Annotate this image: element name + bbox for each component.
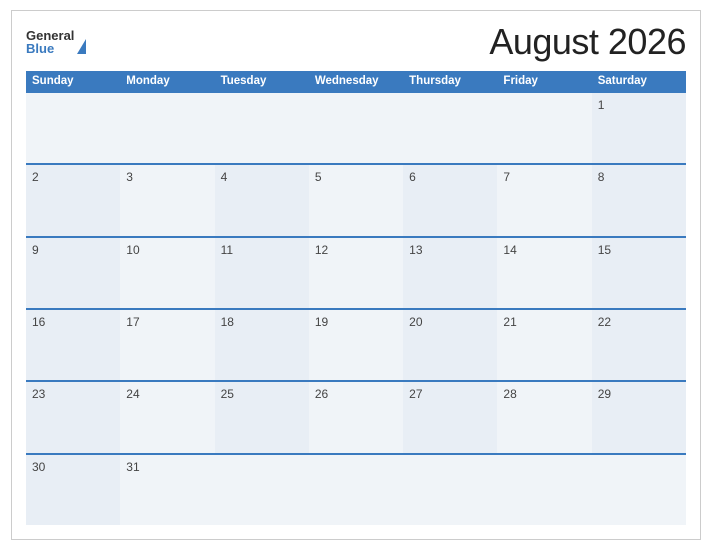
day-cell-18: 18: [215, 310, 309, 380]
day-cell-28: 28: [497, 382, 591, 452]
calendar: General Blue August 2026 Sunday Monday T…: [11, 10, 701, 540]
logo-triangle-icon: [77, 39, 86, 54]
day-cell-24: 24: [120, 382, 214, 452]
week-row-6: 30 31: [26, 453, 686, 525]
day-cell: [309, 93, 403, 163]
weeks-container: 1 2 3 4 5 6 7 8 9 10 11 12 13 14 15: [26, 91, 686, 525]
week-row-2: 2 3 4 5 6 7 8: [26, 163, 686, 235]
day-cell-4: 4: [215, 165, 309, 235]
day-cell: [215, 93, 309, 163]
day-cell: [309, 455, 403, 525]
day-cell-30: 30: [26, 455, 120, 525]
header-monday: Monday: [120, 71, 214, 91]
header-thursday: Thursday: [403, 71, 497, 91]
day-cell-7: 7: [497, 165, 591, 235]
calendar-header: General Blue August 2026: [26, 21, 686, 63]
logo-blue-text: Blue: [26, 42, 54, 55]
day-cell: [403, 93, 497, 163]
day-cell-26: 26: [309, 382, 403, 452]
day-cell-19: 19: [309, 310, 403, 380]
header-saturday: Saturday: [592, 71, 686, 91]
day-cell-14: 14: [497, 238, 591, 308]
header-friday: Friday: [497, 71, 591, 91]
day-cell-11: 11: [215, 238, 309, 308]
day-cell-16: 16: [26, 310, 120, 380]
day-cell: [26, 93, 120, 163]
day-cell: [215, 455, 309, 525]
day-cell-12: 12: [309, 238, 403, 308]
header-tuesday: Tuesday: [215, 71, 309, 91]
day-cell: [497, 93, 591, 163]
day-cell-8: 8: [592, 165, 686, 235]
calendar-grid: Sunday Monday Tuesday Wednesday Thursday…: [26, 71, 686, 525]
day-cell: [120, 93, 214, 163]
day-cell-31: 31: [120, 455, 214, 525]
day-cell: [497, 455, 591, 525]
day-cell-1: 1: [592, 93, 686, 163]
day-cell-29: 29: [592, 382, 686, 452]
day-cell-21: 21: [497, 310, 591, 380]
day-cell-17: 17: [120, 310, 214, 380]
day-cell-25: 25: [215, 382, 309, 452]
day-cell-13: 13: [403, 238, 497, 308]
week-row-4: 16 17 18 19 20 21 22: [26, 308, 686, 380]
day-cell-5: 5: [309, 165, 403, 235]
day-cell-3: 3: [120, 165, 214, 235]
day-cell-2: 2: [26, 165, 120, 235]
month-title: August 2026: [489, 21, 686, 63]
header-wednesday: Wednesday: [309, 71, 403, 91]
week-row-5: 23 24 25 26 27 28 29: [26, 380, 686, 452]
day-cell-23: 23: [26, 382, 120, 452]
day-cell-9: 9: [26, 238, 120, 308]
day-cell-20: 20: [403, 310, 497, 380]
day-cell-27: 27: [403, 382, 497, 452]
logo: General Blue: [26, 29, 86, 55]
day-headers-row: Sunday Monday Tuesday Wednesday Thursday…: [26, 71, 686, 91]
day-cell-15: 15: [592, 238, 686, 308]
day-cell-6: 6: [403, 165, 497, 235]
day-cell-22: 22: [592, 310, 686, 380]
day-cell: [403, 455, 497, 525]
day-cell: [592, 455, 686, 525]
week-row-1: 1: [26, 91, 686, 163]
header-sunday: Sunday: [26, 71, 120, 91]
day-cell-10: 10: [120, 238, 214, 308]
week-row-3: 9 10 11 12 13 14 15: [26, 236, 686, 308]
